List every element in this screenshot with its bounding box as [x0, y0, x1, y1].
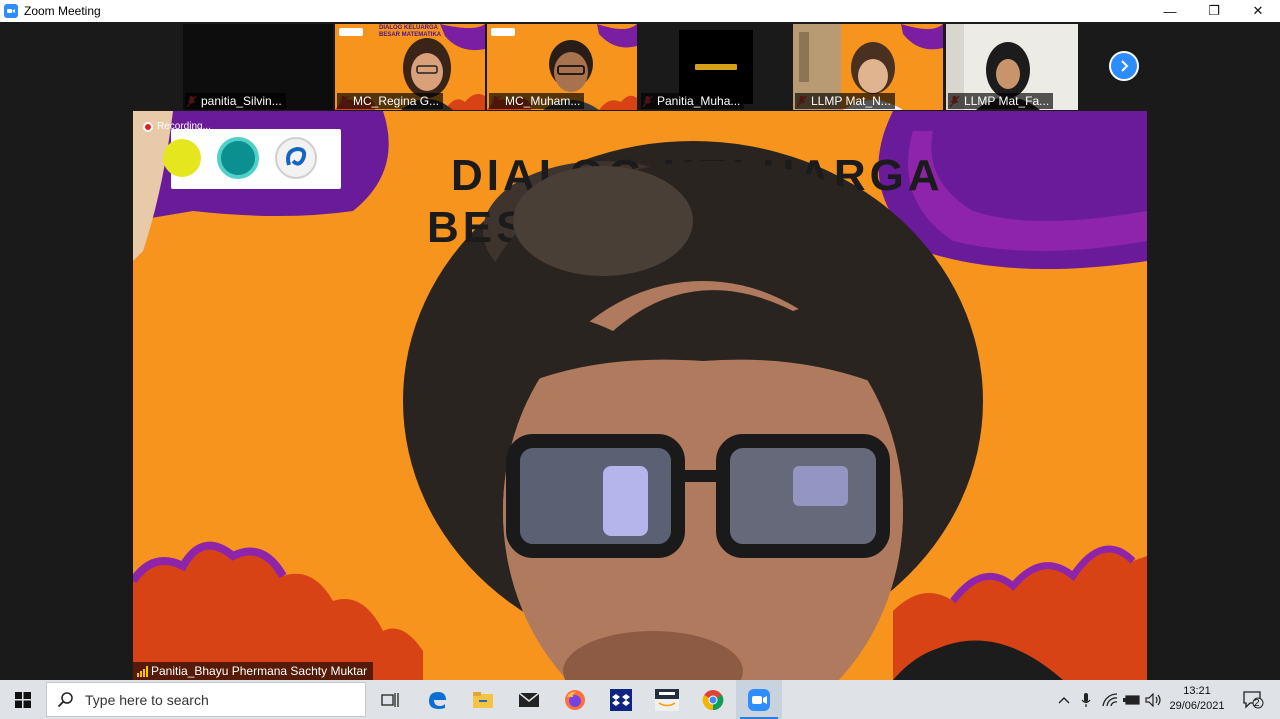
show-hidden-icons-button[interactable]	[1054, 680, 1074, 719]
notification-center-button[interactable]: 2	[1236, 680, 1270, 719]
folder-icon	[473, 691, 493, 708]
recording-dot-icon	[143, 121, 153, 132]
mail-icon	[518, 691, 540, 707]
task-view-icon	[381, 692, 399, 707]
participant-name: panitia_Silvin...	[185, 93, 286, 109]
dropbox-icon	[610, 688, 632, 711]
network-tray-button[interactable]	[1099, 680, 1121, 719]
taskbar-search[interactable]: Type here to search	[46, 682, 366, 717]
participant-tile[interactable]: LLMP Mat_N...	[793, 24, 943, 110]
battery-icon	[1123, 694, 1140, 705]
banner-title-line1: DIALOG KELUARGA	[451, 151, 944, 200]
taskbar: Type here to search 13:21 29/06/2021 2	[0, 680, 1280, 719]
speaker-name: Panitia_Bhayu Phermana Sachty Muktar	[151, 664, 368, 678]
recording-indicator: Recording...	[143, 121, 211, 132]
search-placeholder: Type here to search	[85, 691, 209, 708]
microphone-icon	[1081, 692, 1091, 707]
zoom-icon	[748, 688, 770, 711]
file-explorer-button[interactable]	[460, 680, 506, 719]
firefox-button[interactable]	[552, 680, 598, 719]
banner-text: BESAR MATEMATIKA	[379, 32, 442, 38]
zoom-app-icon	[4, 4, 18, 18]
participant-name: Panitia_Muha...	[641, 93, 745, 109]
participant-name: MC_Regina G...	[337, 93, 444, 109]
windows-logo-icon	[15, 691, 31, 708]
notification-count: 2	[1254, 698, 1260, 709]
dropbox-button[interactable]	[598, 680, 644, 719]
edge-icon	[429, 691, 446, 709]
notification-icon	[1243, 690, 1264, 709]
sponsor-logos	[163, 129, 341, 189]
participant-name: MC_Muham...	[489, 93, 585, 109]
firefox-icon	[565, 689, 585, 710]
next-page-button[interactable]	[1109, 51, 1139, 81]
participant-tile[interactable]: LLMP Mat_Fa...	[946, 24, 1078, 110]
close-button[interactable]: ✕	[1236, 0, 1280, 22]
participant-tile[interactable]: DIALOG KELUARGA BESAR MATEMATIKA MC_Regi…	[335, 24, 485, 110]
start-button[interactable]	[0, 680, 46, 719]
restore-button[interactable]: ❐	[1192, 0, 1236, 22]
logo-teal	[217, 137, 259, 179]
zoom-button[interactable]	[736, 680, 782, 719]
speaker-volume-icon	[1145, 692, 1161, 707]
banner-text: DIALOG KELUARGA	[379, 25, 438, 31]
battery-tray-button[interactable]	[1121, 680, 1143, 719]
volume-tray-button[interactable]	[1143, 680, 1165, 719]
participant-tile[interactable]: panitia_Silvin...	[183, 24, 333, 110]
participant-name: LLMP Mat_N...	[795, 93, 895, 109]
logo-yellow	[163, 139, 201, 177]
microphone-tray-button[interactable]	[1076, 680, 1096, 719]
signal-strength-icon	[137, 666, 148, 677]
edge-button[interactable]	[414, 680, 460, 719]
chevron-right-icon	[1121, 60, 1129, 72]
meeting-area: panitia_Silvin... DIALOG KELUARGA BESAR …	[0, 22, 1280, 680]
logo-white	[275, 137, 317, 179]
banner-title-line2: BESAR MATEMATIKA	[427, 205, 867, 251]
active-speaker-video[interactable]: DIALOG KELUARGA BESAR MATEMATIKA Rec	[133, 111, 1147, 680]
mail-button[interactable]	[506, 680, 552, 719]
participant-tile[interactable]: Panitia_Muha...	[639, 24, 789, 110]
search-icon	[57, 691, 73, 707]
participant-tile[interactable]: MC_Muham...	[487, 24, 637, 110]
amazon-button[interactable]	[644, 680, 690, 719]
speaker-name-label: Panitia_Bhayu Phermana Sachty Muktar	[133, 662, 374, 680]
window-title: Zoom Meeting	[24, 4, 101, 18]
chrome-button[interactable]	[690, 680, 736, 719]
amazon-icon	[655, 688, 679, 711]
recording-label: Recording...	[157, 121, 211, 132]
minimize-button[interactable]: —	[1148, 0, 1192, 22]
task-view-button[interactable]	[367, 680, 413, 719]
participant-name: LLMP Mat_Fa...	[948, 93, 1054, 109]
chevron-up-icon	[1058, 696, 1070, 703]
clock-time: 13:21	[1183, 685, 1211, 697]
title-bar: Zoom Meeting — ❐ ✕	[0, 0, 1280, 22]
clock-date: 29/06/2021	[1169, 700, 1225, 712]
system-clock[interactable]: 13:21 29/06/2021	[1166, 684, 1228, 714]
chrome-icon	[702, 689, 724, 710]
wifi-icon	[1102, 692, 1118, 706]
